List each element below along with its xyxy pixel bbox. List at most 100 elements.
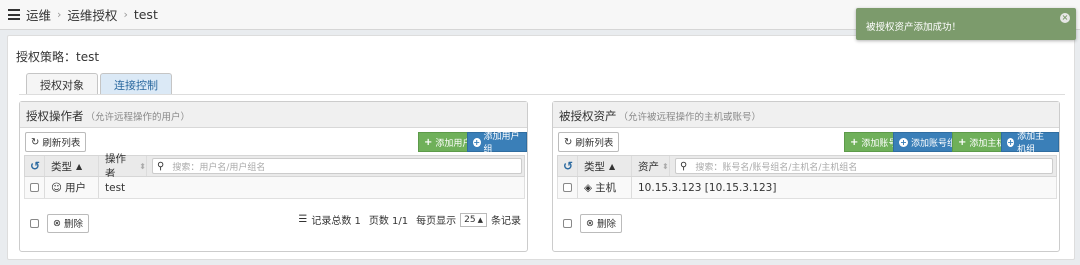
col-type[interactable]: 类型 ▲ <box>578 156 632 176</box>
sort-icon: ⬍ <box>662 161 669 171</box>
trash-icon: ⊗ <box>53 217 61 229</box>
refresh-list-button[interactable]: ↻ 刷新列表 <box>558 132 620 152</box>
search-cell: ⚲ 搜索：账号名/账号组名/主机名/主机组名 <box>670 156 1056 176</box>
per-page-select[interactable]: 25 ▲ <box>460 212 487 227</box>
row-type-cell: ☺ 用户 <box>45 177 99 198</box>
row-type: 用户 <box>64 182 86 194</box>
add-user-group-button[interactable]: + 添加用户组 <box>467 132 527 155</box>
breadcrumb-item-ops-auth[interactable]: 运维授权 <box>67 5 117 24</box>
assets-panel: 被授权资产 （允许被远程操作的主机或账号） ↻ 刷新列表 + 添加账号 + 添加账号组 … <box>552 101 1060 252</box>
row-checkbox[interactable] <box>563 183 572 192</box>
breadcrumb-separator: › <box>57 8 62 21</box>
refresh-icon: ↻ <box>31 136 40 148</box>
search-icon: ⚲ <box>680 160 688 172</box>
operators-panel-header: 授权操作者 （允许远程操作的用户） <box>20 102 527 128</box>
search-cell: ⚲ 搜索：用户名/用户组名 <box>147 156 524 176</box>
operator-search-placeholder: 搜索：用户名/用户组名 <box>172 162 266 173</box>
main-content: 授权策略：test 授权对象 连接控制 授权操作者 （允许远程操作的用户） ↻ 刷新… <box>7 35 1075 260</box>
operators-panel: 授权操作者 （允许远程操作的用户） ↻ 刷新列表 + 添加用户 + 添加用户组 ↺ 类型… <box>19 101 528 252</box>
operators-table-header: ↺ 类型 ▲ 操作者 ⬍ ⚲ 搜索：用户名/用户组名 <box>24 153 525 180</box>
policy-label: 授权策略： <box>16 50 77 64</box>
refresh-list-label: 刷新列表 <box>42 138 81 149</box>
table-row[interactable]: ◈ 主机 10.15.3.123 [10.15.3.123] <box>557 177 1057 199</box>
total-records: 记录总数 1 <box>311 216 361 227</box>
hamburger-icon[interactable] <box>8 9 20 20</box>
plus-circle-icon: + <box>473 137 481 147</box>
col-type-label: 类型 <box>51 160 72 173</box>
toast-message: 被授权资产添加成功！ <box>866 22 962 33</box>
pagination: ☰ 记录总数 1 页数 1/1 每页显示 25 ▲ 条记录 <box>298 212 521 227</box>
tab-bar: 授权对象 连接控制 <box>26 73 174 94</box>
delete-button[interactable]: ⊗ 删除 <box>580 213 622 233</box>
assets-footer: ⊗ 删除 <box>563 213 622 233</box>
cube-icon: ◈ <box>584 181 593 194</box>
operators-panel-title: 授权操作者 <box>26 109 84 123</box>
col-type[interactable]: 类型 ▲ <box>45 156 99 176</box>
breadcrumb-item-ops[interactable]: 运维 <box>26 5 51 24</box>
assets-table-header: ↺ 类型 ▲ 资产 ⬍ ⚲ 搜索：账号名/账号组名/主机名/主机组名 <box>557 155 1057 177</box>
row-asset-name: 10.15.3.123 [10.15.3.123] <box>638 181 777 194</box>
records-suffix: 条记录 <box>491 216 521 227</box>
assets-panel-header: 被授权资产 （允许被远程操作的主机或账号） <box>553 102 1059 128</box>
page-count: 页数 1/1 <box>368 216 409 227</box>
list-icon: ☰ <box>298 214 308 225</box>
delete-label: 删除 <box>596 219 616 230</box>
chevron-up-icon: ▲ <box>477 215 483 224</box>
add-account-group-label: 添加账号组 <box>911 138 957 149</box>
delete-label: 删除 <box>63 219 83 230</box>
asset-search-placeholder: 搜索：账号名/账号组名/主机名/主机组名 <box>695 162 858 173</box>
operator-search-input[interactable]: ⚲ 搜索：用户名/用户组名 <box>152 158 522 174</box>
col-operator[interactable]: 操作者 ⬍ <box>99 153 147 180</box>
asset-search-input[interactable]: ⚲ 搜索：账号名/账号组名/主机名/主机组名 <box>675 158 1053 174</box>
col-asset-label: 资产 <box>638 160 659 173</box>
reset-cell: ↺ <box>558 156 578 176</box>
operators-panel-subtitle: （允许远程操作的用户） <box>85 112 191 123</box>
plus-icon: + <box>958 136 967 148</box>
close-icon[interactable]: × <box>1060 13 1070 23</box>
assets-panel-subtitle: （允许被远程操作的主机或账号） <box>618 112 762 123</box>
row-checkbox-cell <box>25 177 45 198</box>
user-icon: ☺ <box>51 181 62 194</box>
refresh-list-button[interactable]: ↻ 刷新列表 <box>25 132 87 152</box>
breadcrumb-separator: › <box>123 8 128 21</box>
per-page-value: 25 <box>464 214 476 225</box>
add-account-label: 添加账号 <box>861 138 898 149</box>
plus-circle-icon: + <box>899 137 908 147</box>
reset-cell: ↺ <box>25 156 45 176</box>
search-icon: ⚲ <box>157 160 165 172</box>
add-user-group-label: 添加用户组 <box>483 132 520 155</box>
undo-icon[interactable]: ↺ <box>563 159 573 173</box>
add-host-group-button[interactable]: + 添加主机组 <box>1001 132 1059 155</box>
plus-circle-icon: + <box>1007 137 1015 147</box>
tab-connection-control[interactable]: 连接控制 <box>100 73 172 94</box>
per-page-label: 每页显示 <box>416 216 457 227</box>
sort-icon: ▲ <box>76 161 83 171</box>
add-user-label: 添加用户 <box>435 138 472 149</box>
tab-auth-objects[interactable]: 授权对象 <box>26 73 98 94</box>
col-asset[interactable]: 资产 ⬍ <box>632 156 670 176</box>
add-host-label: 添加主机 <box>969 138 1006 149</box>
assets-panel-title: 被授权资产 <box>559 109 617 123</box>
refresh-list-label: 刷新列表 <box>575 138 614 149</box>
row-checkbox[interactable] <box>30 183 39 192</box>
plus-icon: + <box>424 136 433 148</box>
success-toast: 被授权资产添加成功！ × <box>856 8 1076 40</box>
table-row[interactable]: ☺ 用户 test <box>24 177 525 199</box>
select-all-checkbox[interactable] <box>30 218 39 228</box>
select-all-checkbox[interactable] <box>563 218 572 228</box>
undo-icon[interactable]: ↺ <box>30 159 40 173</box>
row-type-cell: ◈ 主机 <box>578 177 632 198</box>
col-type-label: 类型 <box>584 160 605 173</box>
tab-divider <box>19 94 1065 95</box>
delete-button[interactable]: ⊗ 删除 <box>47 213 89 233</box>
breadcrumb-item-current: test <box>133 7 158 22</box>
sort-icon: ▲ <box>609 161 616 171</box>
plus-icon: + <box>850 136 859 148</box>
trash-icon: ⊗ <box>586 217 594 229</box>
row-name-cell: 10.15.3.123 [10.15.3.123] <box>632 177 1056 198</box>
row-checkbox-cell <box>558 177 578 198</box>
refresh-icon: ↻ <box>564 136 573 148</box>
row-name-cell: test <box>99 177 524 198</box>
operators-footer: ⊗ 删除 <box>30 213 89 233</box>
policy-name: test <box>76 50 100 64</box>
